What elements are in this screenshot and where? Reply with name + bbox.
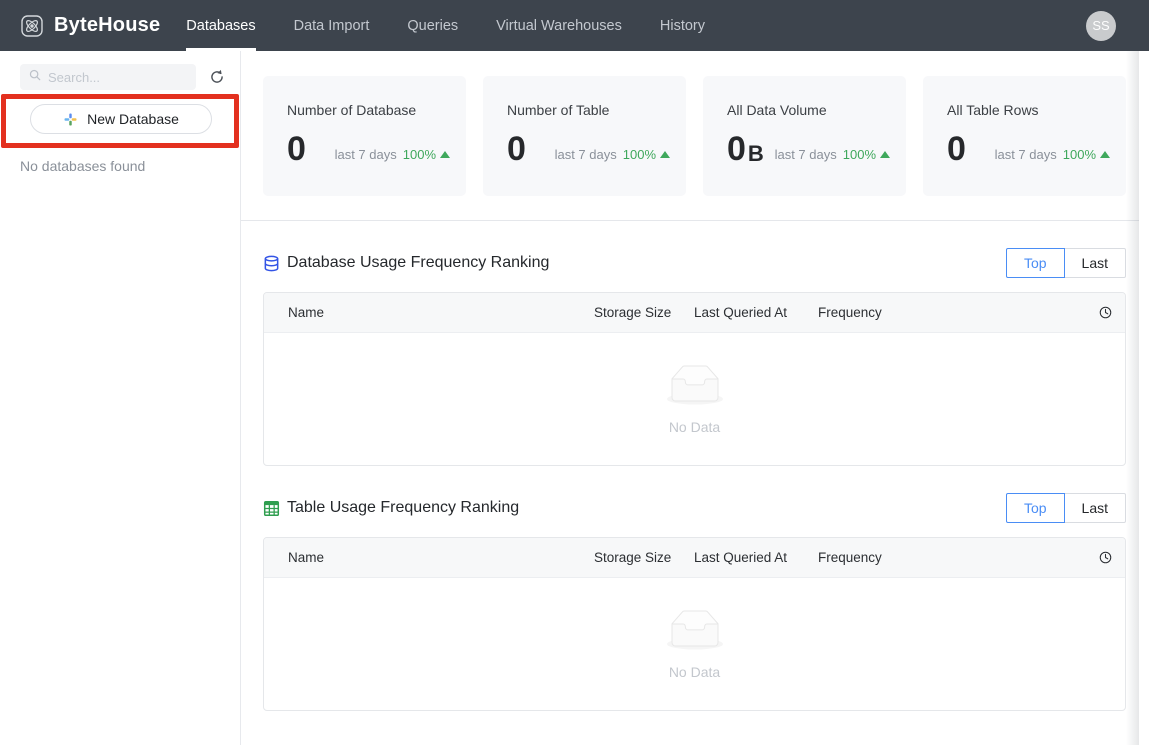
empty-box-icon	[663, 365, 727, 411]
refresh-icon[interactable]	[206, 66, 228, 88]
new-database-button[interactable]: New Database	[30, 104, 212, 134]
stat-title: Number of Database	[287, 102, 417, 118]
main-nav: Databases Data Import Queries Virtual Wa…	[186, 0, 705, 51]
stat-value: 0	[507, 130, 526, 168]
user-avatar[interactable]: SS	[1086, 10, 1116, 41]
column-header-frequency: Frequency	[818, 305, 882, 320]
stat-unit: B	[747, 140, 764, 166]
nav-item-history[interactable]: History	[660, 0, 705, 51]
empty-box-icon	[663, 610, 727, 656]
stat-card-number-of-database: Number of Database 0 last 7 days 100%	[263, 76, 466, 196]
stat-value: 0	[727, 130, 746, 168]
stat-change: 100%	[842, 147, 876, 162]
column-header-last-queried-at: Last Queried At	[694, 305, 788, 320]
table-icon	[263, 500, 280, 517]
stat-change: 100%	[1062, 147, 1096, 162]
bytehouse-logo-icon	[20, 14, 44, 38]
brand-name: ByteHouse	[54, 14, 161, 36]
empty-state: No Data	[264, 578, 1125, 710]
section-header-database-ranking: Database Usage Frequency Ranking Top Las…	[263, 248, 1126, 278]
stat-period: last 7 days	[554, 147, 617, 162]
nav-item-queries[interactable]: Queries	[407, 0, 458, 51]
trend-up-icon	[660, 151, 670, 158]
stat-card-all-table-rows: All Table Rows 0 last 7 days 100%	[923, 76, 1126, 196]
no-data-text: No Data	[668, 663, 721, 680]
column-header-last-queried-at: Last Queried At	[694, 550, 788, 565]
stat-title: All Data Volume	[727, 102, 827, 118]
search-box	[20, 64, 196, 90]
column-header-storage-size: Storage Size	[594, 305, 672, 320]
empty-state: No Data	[264, 333, 1125, 465]
toggle-top-button[interactable]: Top	[1005, 493, 1065, 523]
stat-period: last 7 days	[334, 147, 397, 162]
toggle-top-button[interactable]: Top	[1005, 248, 1065, 278]
search-icon	[28, 68, 42, 87]
nav-item-databases[interactable]: Databases	[186, 0, 256, 51]
table-header-row: Name Storage Size Last Queried At Freque…	[264, 293, 1125, 333]
table-ranking-table: Name Storage Size Last Queried At Freque…	[263, 537, 1126, 711]
section-title: Database Usage Frequency Ranking	[287, 254, 550, 271]
stats-row: Number of Database 0 last 7 days 100% Nu…	[263, 76, 1126, 196]
trend-up-icon	[1100, 151, 1110, 158]
toggle-last-button[interactable]: Last	[1064, 248, 1126, 278]
column-header-name: Name	[288, 550, 325, 565]
database-sidebar: New Database No databases found	[0, 51, 241, 745]
column-header-storage-size: Storage Size	[594, 550, 672, 565]
plus-icon	[63, 112, 78, 127]
top-last-toggle: Top Last	[1005, 248, 1126, 278]
stat-change: 100%	[622, 147, 656, 162]
stat-card-number-of-table: Number of Table 0 last 7 days 100%	[483, 76, 686, 196]
stat-title: All Table Rows	[947, 102, 1039, 118]
table-header-row: Name Storage Size Last Queried At Freque…	[264, 538, 1125, 578]
toggle-last-button[interactable]: Last	[1064, 493, 1126, 523]
stat-value: 0	[947, 130, 966, 168]
section-header-table-ranking: Table Usage Frequency Ranking Top Last	[263, 493, 1126, 523]
stat-period: last 7 days	[774, 147, 837, 162]
search-input[interactable]	[48, 69, 188, 85]
column-header-frequency: Frequency	[818, 550, 882, 565]
column-header-name: Name	[288, 305, 325, 320]
brand[interactable]: ByteHouse	[0, 0, 160, 51]
stat-change: 100%	[402, 147, 436, 162]
top-last-toggle: Top Last	[1005, 493, 1126, 523]
stat-card-all-data-volume: All Data Volume 0 B last 7 days 100%	[703, 76, 906, 196]
nav-item-data-import[interactable]: Data Import	[294, 0, 370, 51]
trend-up-icon	[440, 151, 450, 158]
database-icon	[263, 255, 280, 272]
clock-icon[interactable]	[1085, 305, 1125, 320]
sidebar-empty-message: No databases found	[20, 158, 146, 174]
top-navbar: ByteHouse Databases Data Import Queries …	[0, 0, 1149, 51]
main-content: Number of Database 0 last 7 days 100% Nu…	[241, 51, 1139, 745]
scrollbar[interactable]	[1139, 51, 1149, 745]
section-title: Table Usage Frequency Ranking	[287, 499, 520, 516]
stat-period: last 7 days	[994, 147, 1057, 162]
nav-item-virtual-warehouses[interactable]: Virtual Warehouses	[496, 0, 622, 51]
stat-title: Number of Table	[507, 102, 610, 118]
no-data-text: No Data	[668, 418, 721, 435]
database-ranking-table: Name Storage Size Last Queried At Freque…	[263, 292, 1126, 466]
trend-up-icon	[880, 151, 890, 158]
clock-icon[interactable]	[1085, 550, 1125, 565]
new-database-label: New Database	[87, 111, 179, 127]
stat-value: 0	[287, 130, 306, 168]
divider	[241, 220, 1139, 221]
